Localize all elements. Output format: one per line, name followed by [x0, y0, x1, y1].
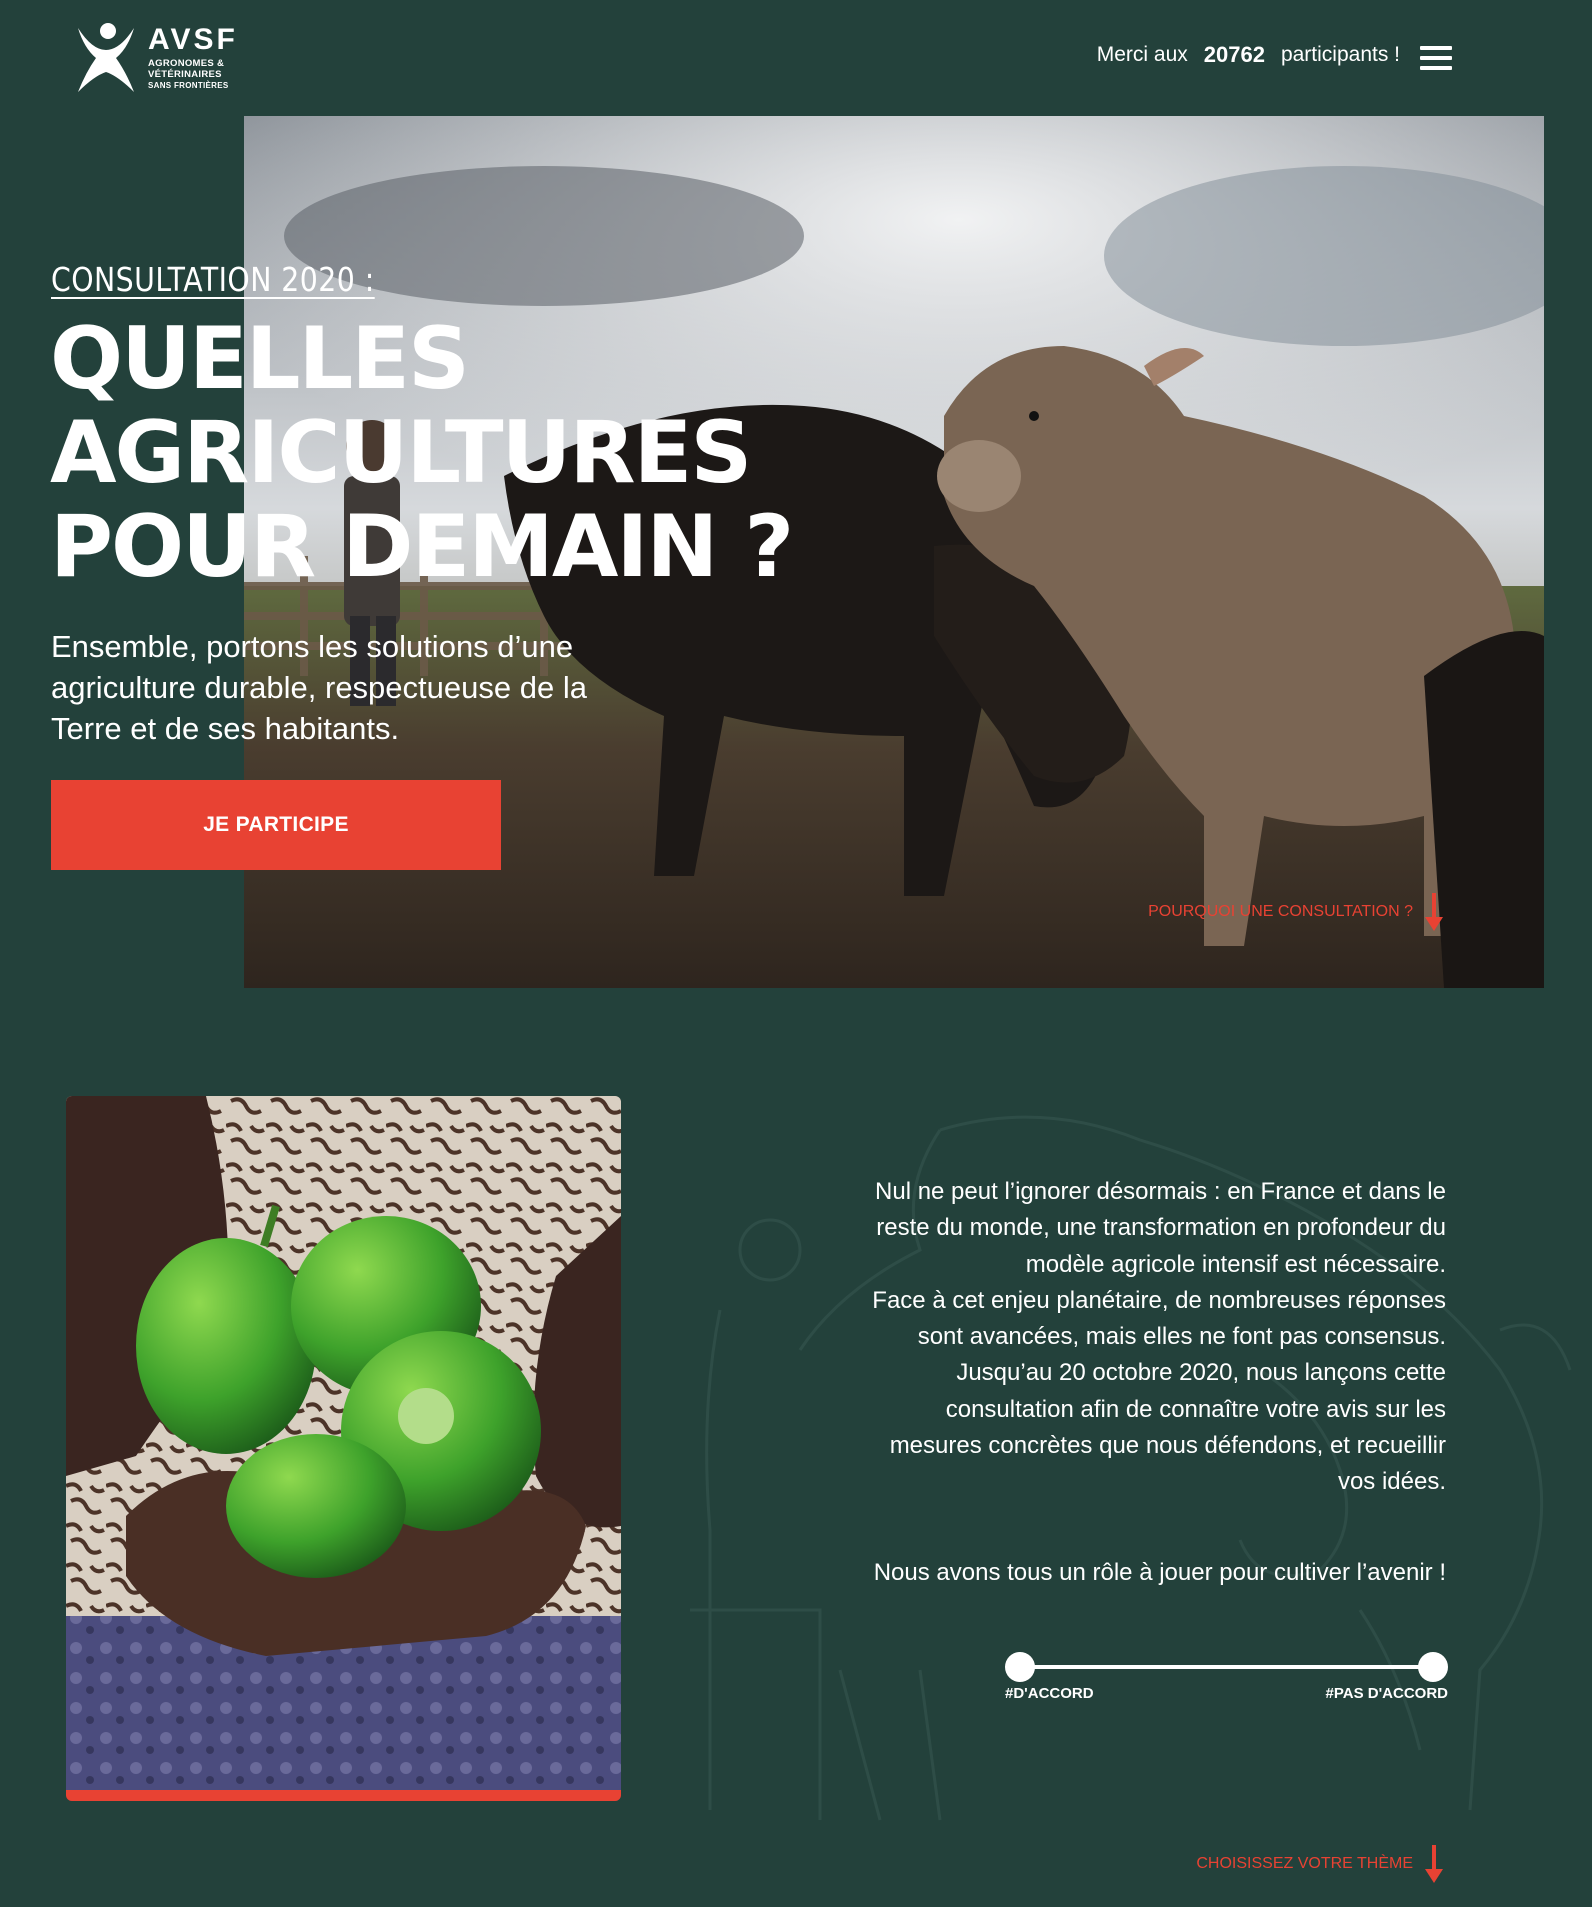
- intro-text: Nul ne peut l’ignorer désormais : en Fra…: [746, 1174, 1446, 1591]
- pepper-photo-card: [66, 1096, 621, 1801]
- card-accent-bar: [66, 1790, 621, 1801]
- intro-line: Jusqu’au 20 octobre 2020, nous lançons c…: [956, 1359, 1446, 1387]
- participants-counter: Merci aux 20762 participants !: [1097, 42, 1400, 68]
- why-consultation-link[interactable]: POURQUOI UNE CONSULTATION ?: [1148, 893, 1443, 931]
- pepper-photo-illustration: [66, 1096, 621, 1790]
- hamburger-menu-icon[interactable]: [1420, 46, 1452, 70]
- agreement-slider[interactable]: #D'ACCORD #PAS D'ACCORD: [1005, 1652, 1448, 1712]
- hero-eyebrow: CONSULTATION 2020 :: [51, 260, 375, 299]
- intro-line: consultation afin de connaître votre avi…: [945, 1395, 1446, 1423]
- choose-theme-link[interactable]: CHOISISSEZ VOTRE THÈME: [1196, 1845, 1443, 1883]
- intro-line: Face à cet enjeu planétaire, de nombreus…: [872, 1286, 1446, 1314]
- intro-tagline: Nous avons tous un rôle à jouer pour cul…: [873, 1558, 1446, 1586]
- logo-text: AVSF AGRONOMES & VÉTÉRINAIRES SANS FRONT…: [148, 25, 238, 91]
- thanks-suffix: participants !: [1280, 43, 1400, 66]
- logo-subtitle-line2: VÉTÉRINAIRES: [148, 69, 222, 80]
- hero-title-line1: QUELLES: [50, 309, 470, 409]
- disagree-label: #PAS D'ACCORD: [1325, 1685, 1448, 1702]
- intro-line: reste du monde, une transformation en pr…: [876, 1214, 1446, 1242]
- intro-line: modèle agricole intensif est nécessaire.: [1025, 1250, 1446, 1278]
- slider-knob-agree[interactable]: [1005, 1652, 1035, 1682]
- slider-track[interactable]: [1021, 1665, 1432, 1669]
- intro-line: mesures concrètes que nous défendons, et…: [889, 1432, 1446, 1460]
- avsf-logo[interactable]: AVSF AGRONOMES & VÉTÉRINAIRES SANS FRONT…: [72, 20, 238, 96]
- logo-subtitle: AGRONOMES & VÉTÉRINAIRES SANS FRONTIÈRES: [148, 58, 238, 91]
- intro-line: sont avancées, mais elles ne font pas co…: [917, 1323, 1446, 1351]
- intro-line: Nul ne peut l’ignorer désormais : en Fra…: [875, 1178, 1446, 1205]
- why-consultation-label: POURQUOI UNE CONSULTATION ?: [1148, 903, 1413, 920]
- hero-description: Ensemble, portons les solutions d’une ag…: [51, 629, 587, 746]
- thanks-prefix: Merci aux: [1096, 43, 1188, 66]
- arrow-down-icon: [1425, 893, 1443, 931]
- slider-knob-disagree[interactable]: [1418, 1652, 1448, 1682]
- logo-subtitle-line1: AGRONOMES &: [148, 58, 225, 69]
- logo-name: AVSF: [148, 23, 238, 56]
- participate-button[interactable]: JE PARTICIPE: [51, 780, 501, 870]
- arrow-down-icon: [1425, 1845, 1443, 1883]
- logo-subtitle-line3: SANS FRONTIÈRES: [148, 81, 229, 90]
- hero-title-line2: AGRICULTURES: [50, 403, 752, 503]
- participant-count: 20762: [1203, 42, 1265, 67]
- choose-theme-label: CHOISISSEZ VOTRE THÈME: [1196, 1855, 1413, 1872]
- hero-title-line3: POUR DEMAIN ?: [50, 497, 794, 597]
- logo-figure-icon: [78, 23, 134, 92]
- intro-line: vos idées.: [1337, 1468, 1446, 1496]
- hero-title: QUELLES AGRICULTURES POUR DEMAIN ?: [50, 312, 810, 594]
- agree-label: #D'ACCORD: [1005, 1685, 1094, 1702]
